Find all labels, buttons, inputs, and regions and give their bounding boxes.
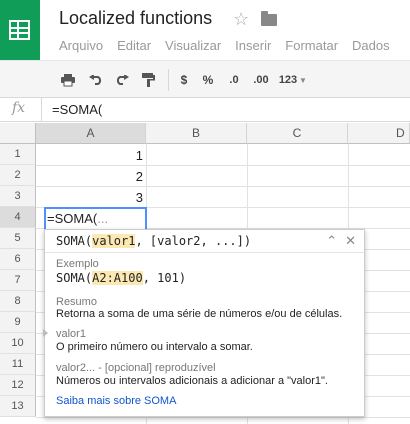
active-cell-editor[interactable]: =SOMA(... bbox=[44, 207, 147, 231]
menu-formatar[interactable]: Formatar bbox=[285, 38, 338, 53]
arg2-text: Números ou intervalos adicionais a adici… bbox=[56, 375, 328, 387]
row-header-1[interactable]: 1 bbox=[0, 144, 36, 165]
formula-bar: fx =SOMA( bbox=[0, 98, 410, 122]
print-icon[interactable] bbox=[58, 71, 78, 89]
row-header-13[interactable]: 13 bbox=[0, 396, 36, 417]
row-header-6[interactable]: 6 bbox=[0, 249, 36, 270]
row-header-2[interactable]: 2 bbox=[0, 165, 36, 186]
grid-line bbox=[36, 417, 410, 418]
select-all-corner[interactable] bbox=[0, 123, 36, 144]
example-arg: A2:A100 bbox=[92, 271, 143, 285]
example-text: SOMA(A2:A100, 101) bbox=[56, 271, 186, 285]
menu-visualizar[interactable]: Visualizar bbox=[165, 38, 221, 53]
column-header-b[interactable]: B bbox=[146, 123, 247, 144]
toolbar: $ % .0 .00 123 ▼ bbox=[0, 60, 410, 98]
collapse-icon[interactable]: ⌃ bbox=[326, 233, 337, 248]
menu-bar: Arquivo Editar Visualizar Inserir Format… bbox=[59, 38, 404, 53]
summary-text: Retorna a soma de uma série de números e… bbox=[56, 308, 343, 320]
menu-editar[interactable]: Editar bbox=[117, 38, 151, 53]
star-icon[interactable]: ☆ bbox=[233, 9, 249, 30]
row-header-8[interactable]: 8 bbox=[0, 291, 36, 312]
row-header-10[interactable]: 10 bbox=[0, 333, 36, 354]
row-header-5[interactable]: 5 bbox=[0, 228, 36, 249]
decrease-decimal-button[interactable]: .0 bbox=[224, 71, 244, 89]
paint-format-icon[interactable] bbox=[138, 71, 158, 89]
chevron-down-icon[interactable]: ▼ bbox=[298, 71, 308, 89]
grid-line bbox=[36, 186, 410, 187]
function-signature: SOMA(valor1, [valor2, ...]) bbox=[56, 234, 251, 248]
undo-icon[interactable] bbox=[86, 71, 106, 89]
popup-controls: ⌃ ✕ bbox=[318, 233, 356, 249]
column-header-a[interactable]: A bbox=[36, 123, 146, 144]
function-help-popup: SOMA(valor1, [valor2, ...]) ⌃ ✕ Exemplo S… bbox=[43, 229, 365, 417]
percent-format-button[interactable]: % bbox=[200, 71, 216, 89]
fx-icon: fx bbox=[12, 100, 26, 116]
active-cell-hint: ... bbox=[97, 211, 109, 226]
folder-icon[interactable] bbox=[261, 11, 277, 26]
example-func: SOMA( bbox=[56, 271, 93, 285]
cell-a2[interactable]: 2 bbox=[44, 169, 143, 184]
signature-name: SOMA( bbox=[56, 234, 93, 248]
example-rest: , 101) bbox=[142, 271, 187, 285]
signature-rest: , [valor2, ...]) bbox=[135, 234, 252, 248]
close-icon[interactable]: ✕ bbox=[345, 233, 356, 248]
menu-dados[interactable]: Dados bbox=[352, 38, 390, 53]
row-header-9[interactable]: 9 bbox=[0, 312, 36, 333]
column-header-c[interactable]: C bbox=[247, 123, 348, 144]
menu-arquivo[interactable]: Arquivo bbox=[59, 38, 103, 53]
formula-input[interactable]: =SOMA( bbox=[52, 102, 102, 117]
sheets-icon bbox=[9, 20, 30, 40]
active-cell-text: =SOMA( bbox=[47, 211, 98, 226]
currency-format-button[interactable]: $ bbox=[176, 71, 192, 89]
more-formats-button[interactable]: 123 bbox=[276, 71, 300, 89]
document-title[interactable]: Localized functions bbox=[59, 8, 212, 29]
row-header-11[interactable]: 11 bbox=[0, 354, 36, 375]
current-arg-indicator-icon bbox=[43, 329, 48, 337]
formula-divider bbox=[41, 98, 42, 122]
arg1-label: valor1 bbox=[56, 328, 86, 340]
row-header-12[interactable]: 12 bbox=[0, 375, 36, 396]
grid-line bbox=[36, 165, 410, 166]
increase-decimal-button[interactable]: .00 bbox=[249, 71, 273, 89]
row-header-7[interactable]: 7 bbox=[0, 270, 36, 291]
menu-inserir[interactable]: Inserir bbox=[235, 38, 271, 53]
summary-label: Resumo bbox=[56, 296, 97, 308]
example-label: Exemplo bbox=[56, 258, 99, 270]
row-header-4[interactable]: 4 bbox=[0, 207, 36, 228]
arg1-text: O primeiro número ou intervalo a somar. bbox=[56, 341, 253, 353]
row-header-3[interactable]: 3 bbox=[0, 186, 36, 207]
redo-icon[interactable] bbox=[112, 71, 132, 89]
column-header-d[interactable]: D bbox=[348, 123, 410, 144]
cell-a1[interactable]: 1 bbox=[44, 148, 143, 163]
popup-divider bbox=[45, 252, 364, 253]
sheets-logo[interactable] bbox=[0, 0, 40, 60]
learn-more-link[interactable]: Saiba mais sobre SOMA bbox=[56, 395, 176, 407]
cell-a3[interactable]: 3 bbox=[44, 190, 143, 205]
toolbar-divider bbox=[168, 69, 169, 91]
arg2-label: valor2... - [opcional] reproduzível bbox=[56, 362, 216, 374]
signature-current-arg: valor1 bbox=[92, 234, 136, 248]
